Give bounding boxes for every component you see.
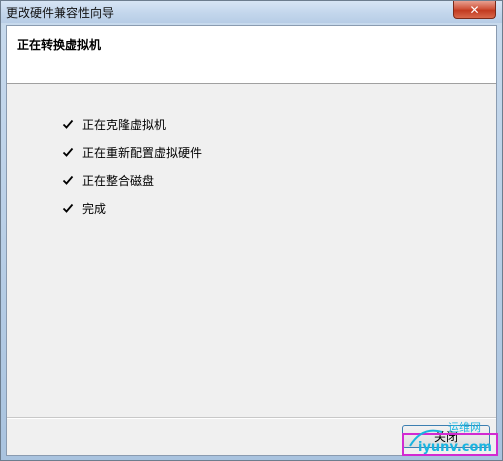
step-label: 完成 [82, 201, 107, 216]
close-icon: ✕ [469, 2, 480, 17]
check-icon [62, 119, 74, 129]
wizard-window: 更改硬件兼容性向导 ✕ 正在转换虚拟机 正在克隆虚拟机 正在重新配置虚拟硬件 正… [0, 0, 503, 461]
header-band: 正在转换虚拟机 [7, 26, 496, 84]
step-item: 正在克隆虚拟机 [62, 110, 202, 138]
footer-divider [7, 417, 496, 419]
step-label: 正在克隆虚拟机 [82, 117, 167, 132]
step-label: 正在整合磁盘 [82, 173, 155, 188]
check-icon [62, 203, 74, 213]
check-icon [62, 147, 74, 157]
wizard-content: 正在转换虚拟机 正在克隆虚拟机 正在重新配置虚拟硬件 正在整合磁盘 完成 关闭 [6, 25, 497, 456]
step-label: 正在重新配置虚拟硬件 [82, 145, 203, 160]
check-icon [62, 175, 74, 185]
page-title: 正在转换虚拟机 [17, 38, 102, 52]
watermark-line1: 运维网 [448, 421, 481, 434]
watermark-line2: iyunv.com [418, 440, 492, 455]
watermark-logo: 运维网 iyunv.com [402, 421, 498, 456]
step-item: 完成 [62, 194, 202, 222]
window-close-button[interactable]: ✕ [453, 1, 496, 19]
title-bar[interactable]: 更改硬件兼容性向导 ✕ [1, 1, 502, 23]
step-list: 正在克隆虚拟机 正在重新配置虚拟硬件 正在整合磁盘 完成 [62, 110, 202, 222]
window-title: 更改硬件兼容性向导 [6, 6, 115, 20]
step-item: 正在重新配置虚拟硬件 [62, 138, 202, 166]
step-item: 正在整合磁盘 [62, 166, 202, 194]
